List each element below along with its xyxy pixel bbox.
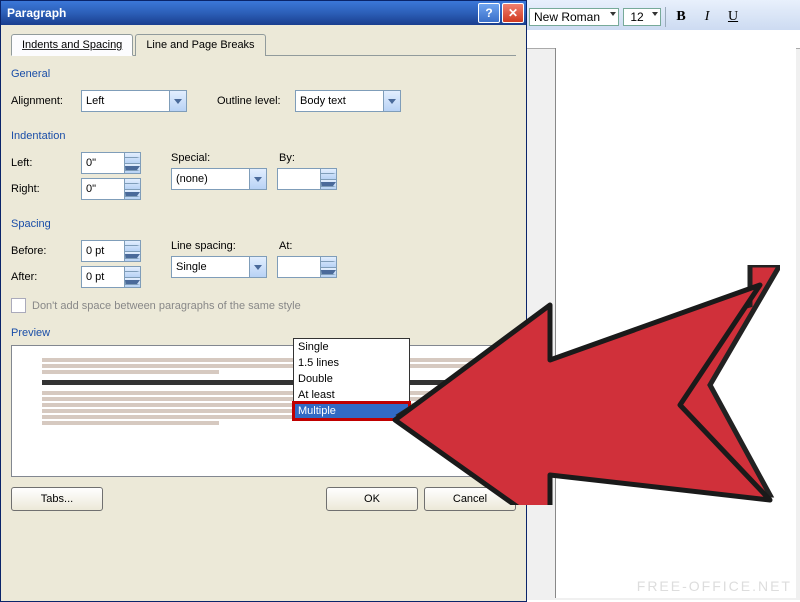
by-label: By:	[279, 152, 295, 164]
at-label: At:	[279, 240, 292, 252]
tabs-button[interactable]: Tabs...	[11, 487, 103, 511]
indent-left-spin[interactable]: 0"	[81, 152, 141, 174]
close-button[interactable]: ✕	[502, 3, 524, 23]
before-spin[interactable]: 0 pt	[81, 240, 141, 262]
ruler	[525, 30, 800, 49]
help-button[interactable]: ?	[478, 3, 500, 23]
spin-down-icon	[124, 164, 140, 174]
outline-combo[interactable]: Body text	[295, 90, 401, 112]
title-bar: Paragraph ? ✕	[1, 1, 526, 25]
at-spin[interactable]	[277, 256, 337, 278]
spin-up-icon	[124, 153, 140, 164]
tab-strip: Indents and Spacing Line and Page Breaks	[11, 33, 516, 56]
after-spin[interactable]: 0 pt	[81, 266, 141, 288]
line-spacing-label: Line spacing:	[171, 240, 249, 252]
chevron-down-icon	[652, 12, 658, 16]
after-label: After:	[11, 271, 81, 283]
font-size-combo[interactable]: 12	[623, 8, 661, 26]
chevron-down-icon	[610, 12, 616, 16]
group-spacing: Spacing	[11, 218, 516, 230]
before-label: Before:	[11, 245, 81, 257]
outline-label: Outline level:	[217, 95, 295, 107]
tab-indents-spacing[interactable]: Indents and Spacing	[11, 34, 133, 56]
bold-button[interactable]: B	[670, 6, 692, 28]
watermark: FREE-OFFICE.NET	[637, 578, 792, 594]
underline-button[interactable]: U	[722, 6, 744, 28]
indent-left-label: Left:	[11, 157, 81, 169]
special-label: Special:	[171, 152, 249, 164]
tab-line-page-breaks[interactable]: Line and Page Breaks	[135, 34, 265, 56]
annotation-arrow-icon	[380, 265, 780, 505]
alignment-combo[interactable]: Left	[81, 90, 187, 112]
checkbox-icon	[11, 298, 26, 313]
chevron-down-icon	[169, 91, 186, 111]
by-spin[interactable]	[277, 168, 337, 190]
indent-right-label: Right:	[11, 183, 81, 195]
dialog-title: Paragraph	[7, 6, 66, 20]
group-indentation: Indentation	[11, 130, 516, 142]
line-spacing-combo[interactable]: Single	[171, 256, 267, 278]
special-combo[interactable]: (none)	[171, 168, 267, 190]
chevron-down-icon	[383, 91, 400, 111]
indent-right-spin[interactable]: 0"	[81, 178, 141, 200]
group-general: General	[11, 68, 516, 80]
italic-button[interactable]: I	[696, 6, 718, 28]
font-name-combo[interactable]: New Roman	[529, 8, 619, 26]
alignment-label: Alignment:	[11, 95, 81, 107]
